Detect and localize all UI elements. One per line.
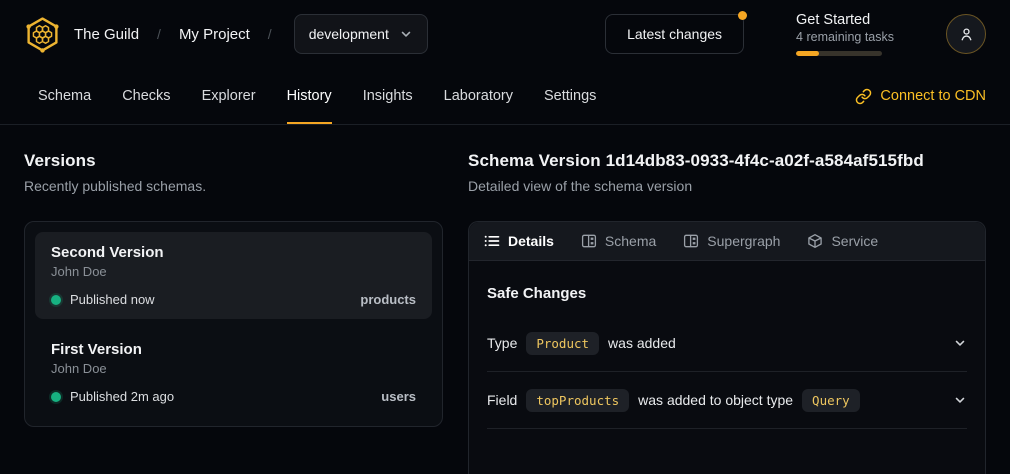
detail-body: Safe Changes Type Product was added Fieldt… <box>469 261 985 429</box>
version-status: Published 2m ago <box>70 389 174 404</box>
primary-nav: Schema Checks Explorer History Insights Labor… <box>0 68 1010 125</box>
latest-changes-label: Latest changes <box>627 26 722 42</box>
code-badge: topProducts <box>526 389 629 412</box>
detail-tab-label: Schema <box>605 233 656 249</box>
version-service-name: users <box>381 389 416 404</box>
version-service-name: products <box>360 292 416 307</box>
safe-changes-title: Safe Changes <box>487 285 967 302</box>
change-row[interactable]: Field topProducts was added to object type… <box>487 372 967 429</box>
detail-tab-label: Supergraph <box>707 233 780 249</box>
schema-version-panel: Schema Version 1d14db83-0933-4f4c-a02f-a… <box>468 151 986 474</box>
tab-label: Laboratory <box>444 88 513 104</box>
hive-logo-icon[interactable] <box>24 16 61 53</box>
schema-version-card: Details Schema Supergraph Service Safe C… <box>468 221 986 474</box>
primary-nav-tabs: Schema Checks Explorer History Insights Labor… <box>38 68 596 124</box>
list-icon <box>484 233 500 249</box>
target-select[interactable]: development <box>294 14 428 54</box>
published-dot <box>51 295 61 305</box>
tab-settings[interactable]: Settings <box>544 68 596 124</box>
detail-tab-details[interactable]: Details <box>484 222 554 260</box>
breadcrumb: The Guild / My Project / development <box>24 14 428 54</box>
connect-to-cdn-label: Connect to CDN <box>880 88 986 104</box>
main-content: Versions Recently published schemas. Sec… <box>0 125 1010 474</box>
changes-list: Type Product was added Field topProducts was… <box>487 315 967 429</box>
schema-version-title: Schema Version 1d14db83-0933-4f4c-a02f-a… <box>468 151 986 171</box>
target-select-value: development <box>309 26 389 42</box>
version-item[interactable]: Second Version John Doe Published now pr… <box>35 232 432 319</box>
chevron-down-icon <box>953 393 967 407</box>
detail-tab-supergraph[interactable]: Supergraph <box>683 222 780 260</box>
get-started-widget[interactable]: Get Started 4 remaining tasks <box>796 12 894 56</box>
chevron-down-icon <box>399 27 413 41</box>
detail-tab-schema[interactable]: Schema <box>581 222 656 260</box>
latest-changes-button[interactable]: Latest changes <box>605 14 744 54</box>
change-text: Type <box>487 335 517 351</box>
schema-version-subtitle: Detailed view of the schema version <box>468 178 986 194</box>
change-text: Field <box>487 392 517 408</box>
version-status-row: Published 2m ago users <box>51 389 416 404</box>
code-badge: Product <box>526 332 599 355</box>
get-started-progress-track <box>796 51 882 56</box>
breadcrumb-separator: / <box>152 26 166 42</box>
versions-title: Versions <box>24 151 443 171</box>
version-author: John Doe <box>51 264 416 279</box>
version-name: First Version <box>51 341 416 358</box>
chevron-down-icon <box>953 336 967 350</box>
detail-tab-label: Service <box>831 233 878 249</box>
tab-label: Insights <box>363 88 413 104</box>
breadcrumb-org[interactable]: The Guild <box>74 26 139 43</box>
tab-insights[interactable]: Insights <box>363 68 413 124</box>
get-started-subtitle: 4 remaining tasks <box>796 30 894 44</box>
columns-icon <box>683 233 699 249</box>
get-started-title: Get Started <box>796 12 894 28</box>
tab-schema[interactable]: Schema <box>38 68 91 124</box>
tab-history[interactable]: History <box>287 68 332 124</box>
person-icon <box>957 25 976 44</box>
tab-label: Schema <box>38 88 91 104</box>
version-item[interactable]: First Version John Doe Published 2m ago … <box>35 329 432 416</box>
notification-dot <box>738 11 747 20</box>
versions-list: Second Version John Doe Published now pr… <box>24 221 443 427</box>
user-avatar-button[interactable] <box>946 14 986 54</box>
version-author: John Doe <box>51 361 416 376</box>
top-header: The Guild / My Project / development Lat… <box>0 0 1010 68</box>
link-icon <box>855 88 872 105</box>
detail-tab-label: Details <box>508 233 554 249</box>
tab-label: Explorer <box>202 88 256 104</box>
versions-panel: Versions Recently published schemas. Sec… <box>24 151 443 474</box>
breadcrumb-separator: / <box>263 26 277 42</box>
columns-icon <box>581 233 597 249</box>
tab-explorer[interactable]: Explorer <box>202 68 256 124</box>
detail-tabs: Details Schema Supergraph Service <box>469 222 985 261</box>
header-actions: Latest changes Get Started 4 remaining t… <box>605 12 986 56</box>
tab-checks[interactable]: Checks <box>122 68 170 124</box>
tab-label: History <box>287 88 332 104</box>
detail-tab-service[interactable]: Service <box>807 222 878 260</box>
version-name: Second Version <box>51 244 416 261</box>
code-badge: Query <box>802 389 860 412</box>
connect-to-cdn-link[interactable]: Connect to CDN <box>855 68 986 124</box>
get-started-progress-fill <box>796 51 819 56</box>
change-text: was added <box>608 335 676 351</box>
version-status: Published now <box>70 292 155 307</box>
tab-label: Checks <box>122 88 170 104</box>
cube-icon <box>807 233 823 249</box>
breadcrumb-project[interactable]: My Project <box>179 26 250 43</box>
published-dot <box>51 392 61 402</box>
change-row[interactable]: Type Product was added <box>487 315 967 372</box>
tab-label: Settings <box>544 88 596 104</box>
versions-subtitle: Recently published schemas. <box>24 178 443 194</box>
version-status-row: Published now products <box>51 292 416 307</box>
tab-laboratory[interactable]: Laboratory <box>444 68 513 124</box>
change-text: was added to object type <box>638 392 793 408</box>
